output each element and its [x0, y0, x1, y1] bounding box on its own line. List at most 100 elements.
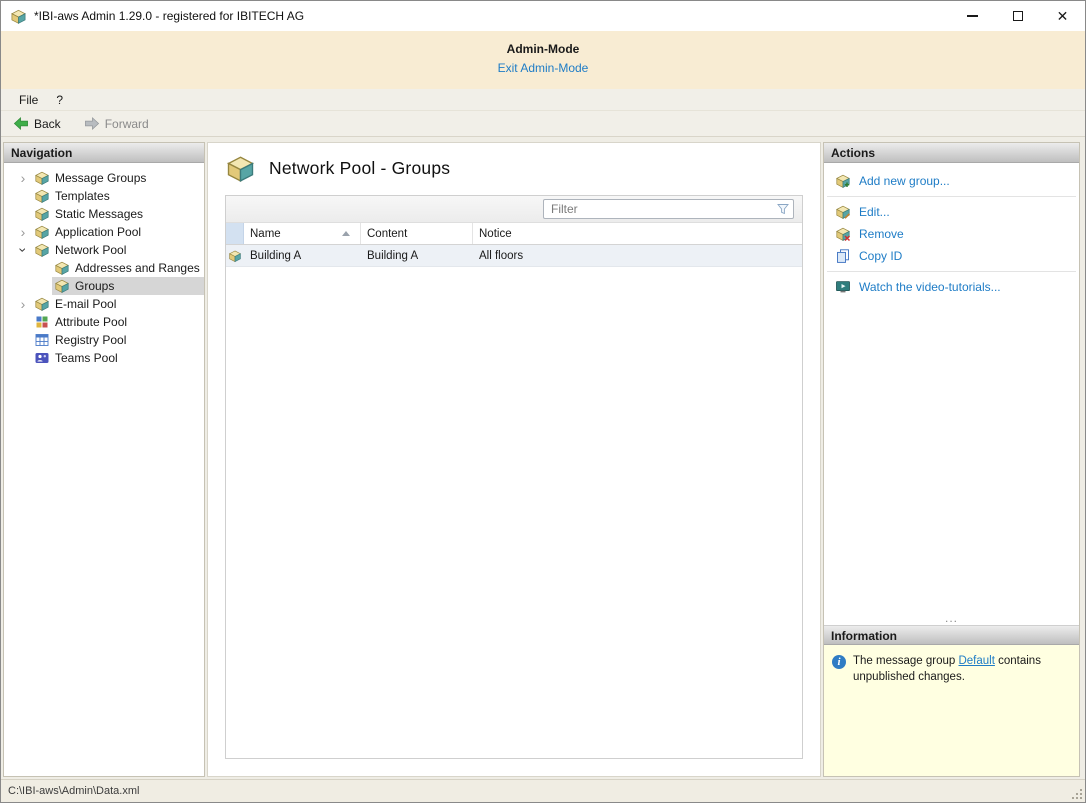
actions-separator — [827, 271, 1076, 272]
cell-content: Building A — [367, 249, 419, 262]
forward-arrow-icon — [84, 117, 99, 130]
email-pool-icon — [35, 297, 49, 311]
application-pool-icon — [35, 225, 49, 239]
table-row[interactable]: Building A Building A All floors — [226, 245, 802, 267]
expand-icon[interactable] — [14, 171, 32, 185]
menu-help[interactable]: ? — [47, 91, 72, 109]
column-header-icon[interactable] — [226, 223, 244, 244]
menu-bar: File ? — [1, 89, 1085, 111]
info-icon — [832, 655, 846, 669]
window-title: *IBI-aws Admin 1.29.0 - registered for I… — [34, 9, 305, 23]
actions-list: Add new group... Edit... Remove Copy ID — [824, 163, 1079, 298]
add-group-icon — [836, 174, 850, 188]
admin-mode-title: Admin-Mode — [506, 42, 580, 56]
expand-icon[interactable] — [14, 297, 32, 311]
page-title: Network Pool - Groups — [269, 158, 451, 178]
network-pool-groups-icon — [227, 156, 254, 182]
remove-group-icon — [836, 227, 851, 242]
resize-grip[interactable] — [1071, 788, 1083, 800]
attribute-pool-icon — [36, 316, 48, 328]
add-new-group-action[interactable]: Add new group... — [824, 170, 1079, 192]
data-file-path: C:\IBI-aws\Admin\Data.xml — [8, 785, 140, 797]
app-window: *IBI-aws Admin 1.29.0 - registered for I… — [0, 0, 1086, 803]
navigation-header: Navigation — [4, 143, 204, 163]
list-filter-bar — [226, 196, 802, 223]
video-tutorials-action[interactable]: Watch the video-tutorials... — [824, 276, 1079, 298]
collapse-icon[interactable] — [14, 243, 32, 257]
column-header-content[interactable]: Content — [361, 223, 473, 244]
group-row-icon — [229, 250, 241, 262]
close-button[interactable] — [1040, 1, 1085, 31]
minimize-button[interactable] — [950, 1, 995, 31]
app-logo-icon — [11, 9, 26, 24]
back-arrow-icon — [13, 117, 28, 130]
information-header: Information — [824, 625, 1079, 645]
forward-label: Forward — [104, 116, 149, 131]
network-pool-icon — [35, 243, 49, 257]
nav-item-registry-pool[interactable]: Registry Pool — [4, 331, 204, 349]
edit-group-icon — [836, 205, 851, 219]
page-title-block: Network Pool - Groups — [225, 153, 803, 184]
nav-item-static-messages[interactable]: Static Messages — [4, 205, 204, 223]
filter-input[interactable] — [543, 199, 794, 219]
nav-item-groups[interactable]: Groups — [4, 277, 204, 295]
actions-header: Actions — [824, 143, 1079, 163]
admin-mode-banner: Admin-Mode Exit Admin-Mode — [1, 31, 1085, 89]
nav-toolbar: Back Forward — [1, 111, 1085, 137]
nav-item-network-pool[interactable]: Network Pool — [4, 241, 204, 259]
information-panel: The message group Default contains unpub… — [824, 645, 1079, 776]
minimize-icon — [967, 15, 978, 17]
video-icon — [836, 281, 850, 293]
column-header-name[interactable]: Name — [244, 223, 361, 244]
actions-section: Actions Add new group... Edit... Remove — [824, 143, 1079, 625]
selected-tree-item: Groups — [52, 277, 204, 295]
exit-admin-mode-link[interactable]: Exit Admin-Mode — [498, 61, 589, 75]
teams-pool-icon — [35, 353, 49, 363]
content-area: Navigation Message Groups Templates Stat… — [1, 137, 1085, 779]
static-messages-icon — [35, 207, 49, 221]
forward-button[interactable]: Forward — [78, 114, 154, 133]
nav-item-email-pool[interactable]: E-mail Pool — [4, 295, 204, 313]
nav-item-message-groups[interactable]: Message Groups — [4, 169, 204, 187]
remove-action[interactable]: Remove — [824, 223, 1079, 245]
column-header-notice[interactable]: Notice — [473, 223, 802, 244]
maximize-button[interactable] — [995, 1, 1040, 31]
right-panel: Actions Add new group... Edit... Remove — [823, 142, 1080, 777]
close-icon — [1057, 8, 1069, 25]
cell-name: Building A — [250, 249, 302, 262]
filter-field-wrap — [543, 199, 794, 219]
default-group-link[interactable]: Default — [958, 655, 994, 667]
maximize-icon — [1012, 11, 1023, 21]
cell-notice: All floors — [479, 249, 524, 262]
message-groups-icon — [35, 171, 49, 185]
actions-separator — [827, 196, 1076, 197]
expand-icon[interactable] — [14, 225, 32, 239]
templates-icon — [35, 189, 49, 203]
title-bar: *IBI-aws Admin 1.29.0 - registered for I… — [1, 1, 1085, 31]
copy-id-action[interactable]: Copy ID — [824, 245, 1079, 267]
main-panel: Network Pool - Groups Name Content — [207, 142, 821, 777]
groups-list: Name Content Notice Building A Building … — [225, 195, 803, 759]
nav-item-attribute-pool[interactable]: Attribute Pool — [4, 313, 204, 331]
filter-funnel-icon[interactable] — [776, 202, 790, 216]
status-bar: C:\IBI-aws\Admin\Data.xml — [1, 779, 1085, 802]
table-header: Name Content Notice — [226, 223, 802, 245]
info-message: The message group Default contains unpub… — [853, 655, 1041, 683]
window-controls — [950, 1, 1085, 31]
copy-icon — [837, 249, 849, 263]
addresses-icon — [55, 261, 69, 275]
menu-file[interactable]: File — [10, 91, 47, 109]
nav-item-teams-pool[interactable]: Teams Pool — [4, 349, 204, 367]
edit-action[interactable]: Edit... — [824, 201, 1079, 223]
nav-item-application-pool[interactable]: Application Pool — [4, 223, 204, 241]
panel-splitter[interactable]: ... — [824, 612, 1079, 625]
nav-item-addresses-and-ranges[interactable]: Addresses and Ranges — [4, 259, 204, 277]
navigation-tree: Message Groups Templates Static Messages… — [4, 163, 204, 776]
back-button[interactable]: Back — [7, 114, 66, 133]
groups-icon — [55, 279, 69, 293]
navigation-panel: Navigation Message Groups Templates Stat… — [3, 142, 205, 777]
table-empty-area — [226, 267, 802, 758]
sort-ascending-icon — [342, 231, 350, 236]
nav-item-templates[interactable]: Templates — [4, 187, 204, 205]
registry-pool-icon — [35, 334, 49, 346]
